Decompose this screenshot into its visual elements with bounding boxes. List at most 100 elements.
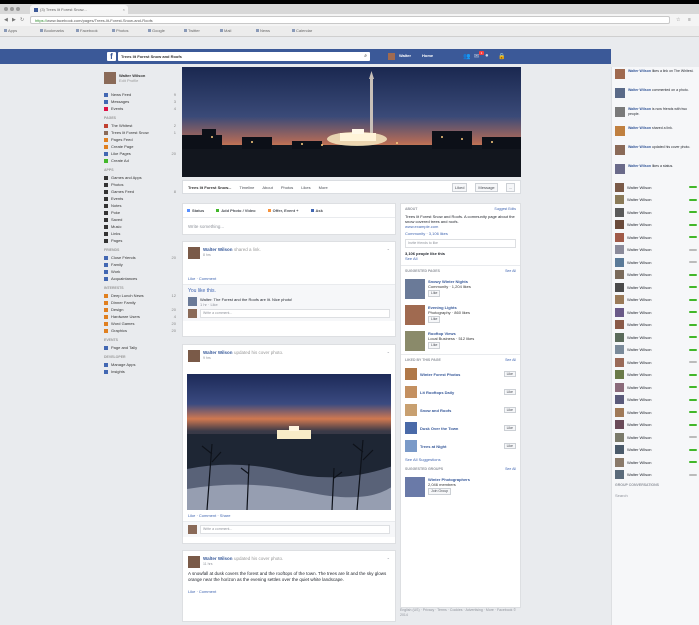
sidebar-item[interactable]: Music bbox=[104, 223, 176, 230]
menu-icon[interactable]: ≡ bbox=[688, 17, 691, 23]
chat-contact[interactable]: Walter Wilson bbox=[612, 244, 699, 257]
sidebar-item[interactable]: Family bbox=[104, 261, 176, 268]
profile-link[interactable]: Walter bbox=[399, 53, 411, 58]
search-input[interactable]: Trees lit Forest Snow and Roofs ⌕ bbox=[118, 52, 370, 61]
liked-page-photo[interactable] bbox=[405, 404, 417, 416]
composer-input[interactable]: Write something... bbox=[183, 218, 395, 235]
chat-contact[interactable]: Walter Wilson bbox=[612, 444, 699, 457]
chat-contact[interactable]: Walter Wilson bbox=[612, 181, 699, 194]
sidebar-item[interactable]: Messages 3 bbox=[104, 98, 176, 105]
sidebar-item[interactable]: Events bbox=[104, 195, 176, 202]
tab-photo[interactable]: Add Photo / Video bbox=[216, 208, 256, 213]
message-button[interactable]: Message bbox=[475, 182, 498, 192]
sidebar-item[interactable]: News Feed 9 bbox=[104, 91, 176, 98]
chat-contact[interactable]: Walter Wilson bbox=[612, 431, 699, 444]
sidebar-item[interactable]: Notes bbox=[104, 202, 176, 209]
user-avatar[interactable] bbox=[388, 53, 395, 60]
tab-status[interactable]: Status bbox=[187, 208, 204, 213]
website-link[interactable]: www.example.com bbox=[401, 224, 520, 229]
chat-contact[interactable]: Walter Wilson bbox=[612, 331, 699, 344]
chat-contact[interactable]: Walter Wilson bbox=[612, 356, 699, 369]
like-page-button[interactable]: Like bbox=[428, 290, 441, 297]
chat-contact[interactable]: Walter Wilson bbox=[612, 319, 699, 332]
suggest-edits-link[interactable]: Suggest Edits bbox=[494, 207, 516, 211]
chat-contact[interactable]: Walter Wilson bbox=[612, 281, 699, 294]
chat-contact[interactable]: Walter Wilson bbox=[612, 381, 699, 394]
chevron-down-icon[interactable]: ⌄ bbox=[387, 246, 390, 251]
group-photo[interactable] bbox=[405, 477, 425, 497]
bookmark-item[interactable]: Facebook bbox=[76, 28, 98, 33]
ticker-story[interactable]: Walter Wilson is now friends with two pe… bbox=[612, 105, 699, 124]
liked-page-photo[interactable] bbox=[405, 440, 417, 452]
sidebar-item[interactable]: Deep Lunch News 12 bbox=[104, 292, 176, 299]
cover-photo[interactable] bbox=[182, 67, 521, 177]
close-tab-icon[interactable]: × bbox=[123, 7, 125, 12]
chat-contact[interactable]: Walter Wilson bbox=[612, 256, 699, 269]
chat-contact[interactable]: Walter Wilson bbox=[612, 469, 699, 482]
sidebar-item[interactable]: Like Pages 20 bbox=[104, 150, 176, 157]
like-button[interactable]: Like bbox=[503, 371, 516, 377]
back-icon[interactable]: ◀ bbox=[4, 17, 8, 23]
ticker-story[interactable]: Walter Wilson updated his cover photo. bbox=[612, 143, 699, 162]
bookmark-item[interactable]: Bookmarks bbox=[40, 28, 64, 33]
forward-icon[interactable]: ▶ bbox=[12, 17, 16, 23]
home-link[interactable]: Home bbox=[422, 53, 433, 58]
chat-contact[interactable]: Walter Wilson bbox=[612, 231, 699, 244]
sidebar-item[interactable]: Games and Apps bbox=[104, 174, 176, 181]
chat-contact[interactable]: Walter Wilson bbox=[612, 306, 699, 319]
sidebar-item[interactable]: Events 4 bbox=[104, 105, 176, 112]
sidebar-item[interactable]: Manage Apps bbox=[104, 361, 176, 368]
tab-timeline[interactable]: Timeline bbox=[239, 185, 254, 190]
post-author[interactable]: Walter Wilson bbox=[203, 350, 233, 355]
liked-page-name[interactable]: Winter Forest Photos bbox=[420, 372, 501, 377]
sidebar-item[interactable]: Create Page bbox=[104, 143, 176, 150]
bookmark-item[interactable]: Photos bbox=[112, 28, 128, 33]
commenter-avatar[interactable] bbox=[188, 297, 197, 306]
profile-summary[interactable]: Walter Wilson Edit Profile bbox=[104, 72, 176, 84]
suggested-page-photo[interactable] bbox=[405, 331, 425, 351]
sidebar-item[interactable]: Links bbox=[104, 230, 176, 237]
reload-icon[interactable]: ↻ bbox=[20, 17, 24, 23]
liked-button[interactable]: Liked bbox=[451, 182, 468, 192]
post-time[interactable]: 9 hrs bbox=[203, 356, 283, 360]
bookmark-item[interactable]: Calendar bbox=[292, 28, 312, 33]
liked-page-name[interactable]: Trees at Night bbox=[420, 444, 501, 449]
liked-page-photo[interactable] bbox=[405, 386, 417, 398]
post-actions[interactable]: Like · Comment bbox=[183, 586, 395, 597]
chat-contact[interactable]: Walter Wilson bbox=[612, 206, 699, 219]
sidebar-item[interactable]: Pages bbox=[104, 237, 176, 244]
tab-about[interactable]: About bbox=[262, 185, 272, 190]
chat-contact[interactable]: Walter Wilson bbox=[612, 294, 699, 307]
post-author[interactable]: Walter Wilson bbox=[203, 247, 233, 252]
chevron-down-icon[interactable]: ⌄ bbox=[387, 349, 390, 354]
sidebar-item[interactable]: Photos bbox=[104, 181, 176, 188]
sidebar-item[interactable]: Pages Feed bbox=[104, 136, 176, 143]
sidebar-item[interactable]: Hardware Users 4 bbox=[104, 313, 176, 320]
ticker-story[interactable]: Walter Wilson shared a link. bbox=[612, 124, 699, 143]
notifications-icon[interactable]: ● bbox=[485, 53, 489, 59]
sidebar-item[interactable]: Design 20 bbox=[104, 306, 176, 313]
sidebar-item[interactable]: Create Ad bbox=[104, 157, 176, 164]
sidebar-item[interactable]: Acquaintances bbox=[104, 275, 176, 282]
like-button[interactable]: Like bbox=[503, 443, 516, 449]
liked-page-name[interactable]: Dusk Over the Town bbox=[420, 426, 501, 431]
sidebar-item[interactable]: The Whitest 2 bbox=[104, 122, 176, 129]
liked-page-name[interactable]: Lit Rooftops Daily bbox=[420, 390, 501, 395]
sidebar-item[interactable]: Games Feed 8 bbox=[104, 188, 176, 195]
liked-page-photo[interactable] bbox=[405, 422, 417, 434]
facebook-logo-icon[interactable]: f bbox=[107, 52, 116, 61]
comment-input[interactable]: Write a comment... bbox=[200, 309, 390, 318]
comment-time[interactable]: 1 hr · Like bbox=[200, 302, 292, 307]
friend-requests-icon[interactable]: 👥 bbox=[463, 53, 470, 60]
sidebar-item[interactable]: Graphics 20 bbox=[104, 327, 176, 334]
post-actions[interactable]: Like · Comment bbox=[183, 273, 395, 284]
ticker-story[interactable]: Walter Wilson likes a status. bbox=[612, 162, 699, 181]
browser-tab[interactable]: (3) Trees lit Forest Snow... × bbox=[30, 5, 128, 14]
liked-page-name[interactable]: Snow and Roofs bbox=[420, 408, 501, 413]
chat-contact[interactable]: Walter Wilson bbox=[612, 219, 699, 232]
sidebar-item[interactable]: Trees lit Forest Snow 1 bbox=[104, 129, 176, 136]
suggested-page-photo[interactable] bbox=[405, 279, 425, 299]
chat-contact[interactable]: Walter Wilson bbox=[612, 194, 699, 207]
sidebar-item[interactable]: Close Friends 20 bbox=[104, 254, 176, 261]
tab-likes[interactable]: Likes bbox=[301, 185, 310, 190]
